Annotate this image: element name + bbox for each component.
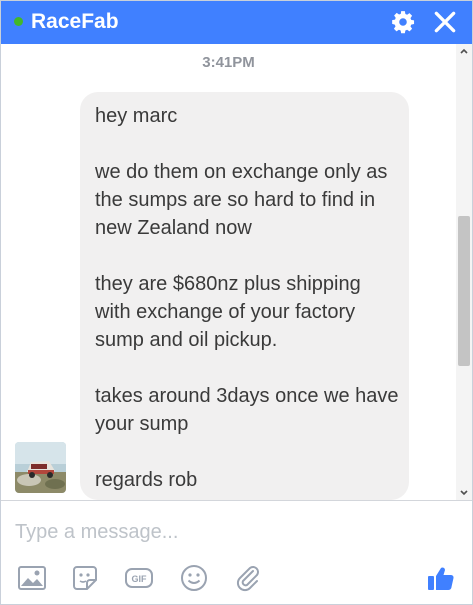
paperclip-icon [236, 566, 259, 592]
emoji-icon [181, 565, 207, 591]
chevron-up-icon [460, 48, 468, 54]
gif-button[interactable]: GIF [124, 563, 154, 593]
scrollbar[interactable] [456, 44, 472, 500]
message-paragraph: we do them on exchange only as the sumps… [95, 161, 388, 239]
chat-title[interactable]: RaceFab [31, 10, 119, 34]
scroll-down-arrow[interactable] [456, 486, 472, 500]
message-paragraph: hey marc [95, 105, 178, 127]
gif-icon: GIF [125, 568, 153, 588]
message-paragraph: takes around 3days once we have your sum… [95, 385, 399, 435]
message-paragraph: regards rob [95, 469, 198, 491]
message-input[interactable] [15, 517, 445, 547]
sticker-icon [73, 566, 97, 590]
message-list[interactable]: 3:41PM hey marc we do them on exchange o… [1, 44, 456, 500]
message-timestamp: 3:41PM [202, 54, 255, 71]
attach-button[interactable] [233, 563, 263, 593]
photo-icon [18, 566, 46, 590]
chat-header[interactable]: RaceFab [1, 1, 472, 44]
online-status-dot [14, 17, 23, 26]
emoji-button[interactable] [179, 563, 209, 593]
chevron-down-icon [460, 490, 468, 496]
chat-window: RaceFab 3:41PM hey marc we do them on ex… [0, 0, 473, 605]
thumbs-up-icon [428, 567, 454, 590]
gif-label: GIF [132, 574, 148, 584]
close-icon [434, 11, 456, 33]
settings-button[interactable] [390, 9, 416, 35]
message-composer: GIF [1, 500, 472, 604]
gear-icon [392, 11, 415, 34]
message-paragraph: they are $680nz plus shipping with excha… [95, 273, 361, 351]
message-bubble[interactable]: hey marc we do them on exchange only as … [80, 92, 409, 500]
photo-button[interactable] [17, 563, 47, 593]
scroll-up-arrow[interactable] [456, 44, 472, 58]
scroll-thumb[interactable] [458, 216, 470, 366]
sender-avatar[interactable] [15, 442, 66, 493]
rally-car-photo [15, 442, 66, 493]
sticker-button[interactable] [70, 563, 100, 593]
close-button[interactable] [432, 9, 458, 35]
like-button[interactable] [426, 563, 456, 593]
message-text: hey marc we do them on exchange only as … [95, 102, 400, 494]
